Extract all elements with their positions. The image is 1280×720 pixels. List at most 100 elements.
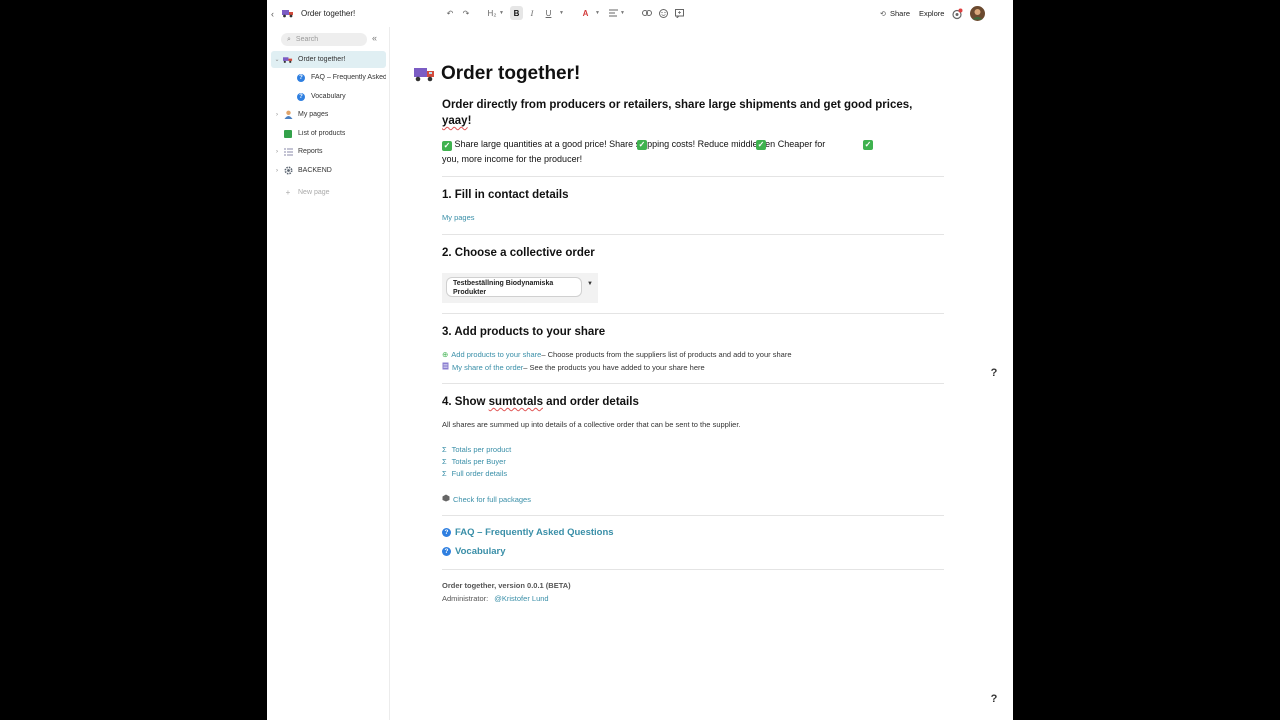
vocabulary-link[interactable]: ? Vocabulary	[442, 546, 506, 557]
list-icon	[283, 147, 293, 157]
step4-description: All shares are summed up into details of…	[442, 420, 741, 429]
chevron-down-icon[interactable]: ▼	[559, 6, 564, 20]
chevron-down-icon[interactable]: ▼	[587, 281, 593, 287]
help-button[interactable]: ?	[988, 367, 1000, 379]
version-text: Order together, version 0.0.1 (BETA)	[442, 581, 571, 590]
sidebar-item-my-pages[interactable]: › My pages	[271, 106, 386, 123]
explore-button[interactable]: Explore	[919, 0, 944, 27]
green-book-icon	[283, 129, 293, 139]
redo-icon[interactable]: ↷	[461, 6, 471, 20]
dropdown-value-line: Testbeställning Biodynamiska	[453, 280, 554, 287]
divider	[442, 515, 944, 516]
sidebar-item-label: My pages	[298, 111, 329, 118]
mention-icon: @	[494, 594, 502, 603]
chevron-down-icon[interactable]: ▼	[499, 6, 504, 20]
admin-mention-link[interactable]: Kristofer Lund	[502, 594, 549, 603]
sidebar-item-label: Order together!	[298, 56, 346, 63]
step4-heading: 4. Show sumtotals and order details	[442, 396, 639, 408]
check-packages-link[interactable]: Check for full packages	[453, 495, 531, 504]
sidebar-item-label: BACKEND	[298, 167, 332, 174]
underline-button[interactable]: U	[544, 6, 553, 20]
chevron-right-icon[interactable]: ›	[271, 112, 283, 118]
dropdown-value-line: Produkter	[453, 289, 487, 296]
share-button[interactable]: Share	[890, 0, 910, 27]
faq-link[interactable]: ? FAQ – Frequently Asked Questions	[442, 527, 614, 538]
my-share-row: My share of the order – See the products…	[442, 362, 705, 372]
page-title: Order together!	[301, 9, 356, 18]
collapse-sidebar-icon[interactable]: «	[372, 33, 377, 43]
notebook-icon	[442, 362, 449, 372]
question-icon: ?	[296, 73, 306, 83]
check-icon: ✓	[637, 140, 647, 150]
totals-per-product-row: Σ Totals per product	[442, 445, 511, 454]
step2-heading: 2. Choose a collective order	[442, 247, 595, 259]
align-icon[interactable]	[608, 6, 618, 20]
add-products-link[interactable]: Add products to your share	[451, 350, 541, 359]
divider	[442, 176, 944, 177]
help-button[interactable]: ?	[988, 693, 1000, 705]
font-color-button[interactable]: A	[581, 6, 590, 20]
divider	[442, 313, 944, 314]
lead-text-end: !	[467, 115, 472, 127]
search-input[interactable]: ⌕ Search	[281, 33, 367, 46]
benefits-line-2: you, more income for the producer!	[442, 154, 583, 164]
lead-text: Order directly from producers or retaile…	[442, 97, 942, 129]
sidebar-item-vocabulary[interactable]: ? Vocabulary	[296, 88, 386, 105]
truck-icon	[282, 0, 294, 27]
avatar[interactable]	[970, 0, 985, 27]
admin-row: Administrator: @ Kristofer Lund	[442, 594, 549, 603]
sidebar-item-label: Reports	[298, 148, 323, 155]
sidebar-item-list-of-products[interactable]: List of products	[271, 125, 386, 142]
lead-text-misspelled: yaay	[442, 115, 468, 127]
step1-heading: 1. Fill in contact details	[442, 189, 569, 201]
link-icon[interactable]	[641, 6, 652, 20]
search-icon: ⌕	[287, 35, 291, 43]
comment-icon[interactable]	[674, 6, 685, 20]
full-order-details-link[interactable]: Full order details	[452, 469, 507, 478]
gear-icon	[283, 166, 293, 176]
collective-order-value[interactable]: Testbeställning Biodynamiska Produkter	[446, 277, 582, 297]
chevron-down-icon[interactable]: ▼	[620, 6, 625, 20]
back-icon[interactable]: ‹	[271, 0, 274, 27]
sidebar-item-backend[interactable]: › BACKEND	[271, 162, 386, 179]
sigma-icon: Σ	[442, 469, 447, 478]
sidebar-item-reports[interactable]: › Reports	[271, 143, 386, 160]
sidebar-item-order-together[interactable]: ⌄ Order together!	[271, 51, 386, 68]
question-icon: ?	[296, 92, 306, 102]
chevron-down-icon[interactable]: ⌄	[271, 56, 283, 63]
sidebar-item-label: Vocabulary	[311, 93, 346, 100]
check-packages-row: Check for full packages	[442, 494, 531, 504]
emoji-icon[interactable]	[658, 6, 668, 20]
totals-per-buyer-link[interactable]: Totals per Buyer	[452, 457, 506, 466]
settings-icon[interactable]	[951, 0, 963, 27]
question-icon: ?	[442, 528, 451, 537]
sidebar: ⌕ Search « ⌄ Order together! ? FAQ – Fre…	[267, 27, 390, 720]
my-share-link[interactable]: My share of the order	[452, 363, 523, 372]
totals-per-buyer-row: Σ Totals per Buyer	[442, 457, 506, 466]
question-icon: ?	[442, 547, 451, 556]
chevron-right-icon[interactable]: ›	[271, 149, 283, 155]
check-icon: ✓	[863, 140, 873, 150]
collective-order-select[interactable]: Testbeställning Biodynamiska Produkter ▼	[442, 273, 598, 303]
my-pages-link[interactable]: My pages	[442, 213, 475, 222]
step4-heading-part: and order details	[542, 396, 639, 408]
page-title: Order together!	[441, 63, 581, 84]
sidebar-item-faq[interactable]: ? FAQ – Frequently Asked Questions	[296, 69, 386, 86]
chevron-right-icon[interactable]: ›	[271, 168, 283, 174]
new-page-label: New page	[298, 189, 330, 196]
new-page-button[interactable]: + New page	[271, 184, 386, 201]
heading-button[interactable]: H₂	[486, 6, 498, 20]
truck-icon	[283, 55, 293, 65]
undo-icon[interactable]: ↶	[445, 6, 455, 20]
italic-button[interactable]: I	[528, 6, 536, 20]
full-order-details-row: Σ Full order details	[442, 469, 507, 478]
sigma-icon: Σ	[442, 457, 447, 466]
share-icon[interactable]: ⟲	[880, 0, 886, 27]
my-share-desc: – See the products you have added to you…	[523, 362, 705, 372]
chevron-down-icon[interactable]: ▼	[595, 6, 600, 20]
app-window: ‹ Order together! ↶ ↷ H₂ ▼ B I U ▼ A ▼ ▼…	[267, 0, 1013, 720]
divider	[442, 383, 944, 384]
totals-per-product-link[interactable]: Totals per product	[452, 445, 512, 454]
sidebar-item-label: List of products	[298, 130, 346, 137]
bold-button[interactable]: B	[510, 6, 523, 20]
